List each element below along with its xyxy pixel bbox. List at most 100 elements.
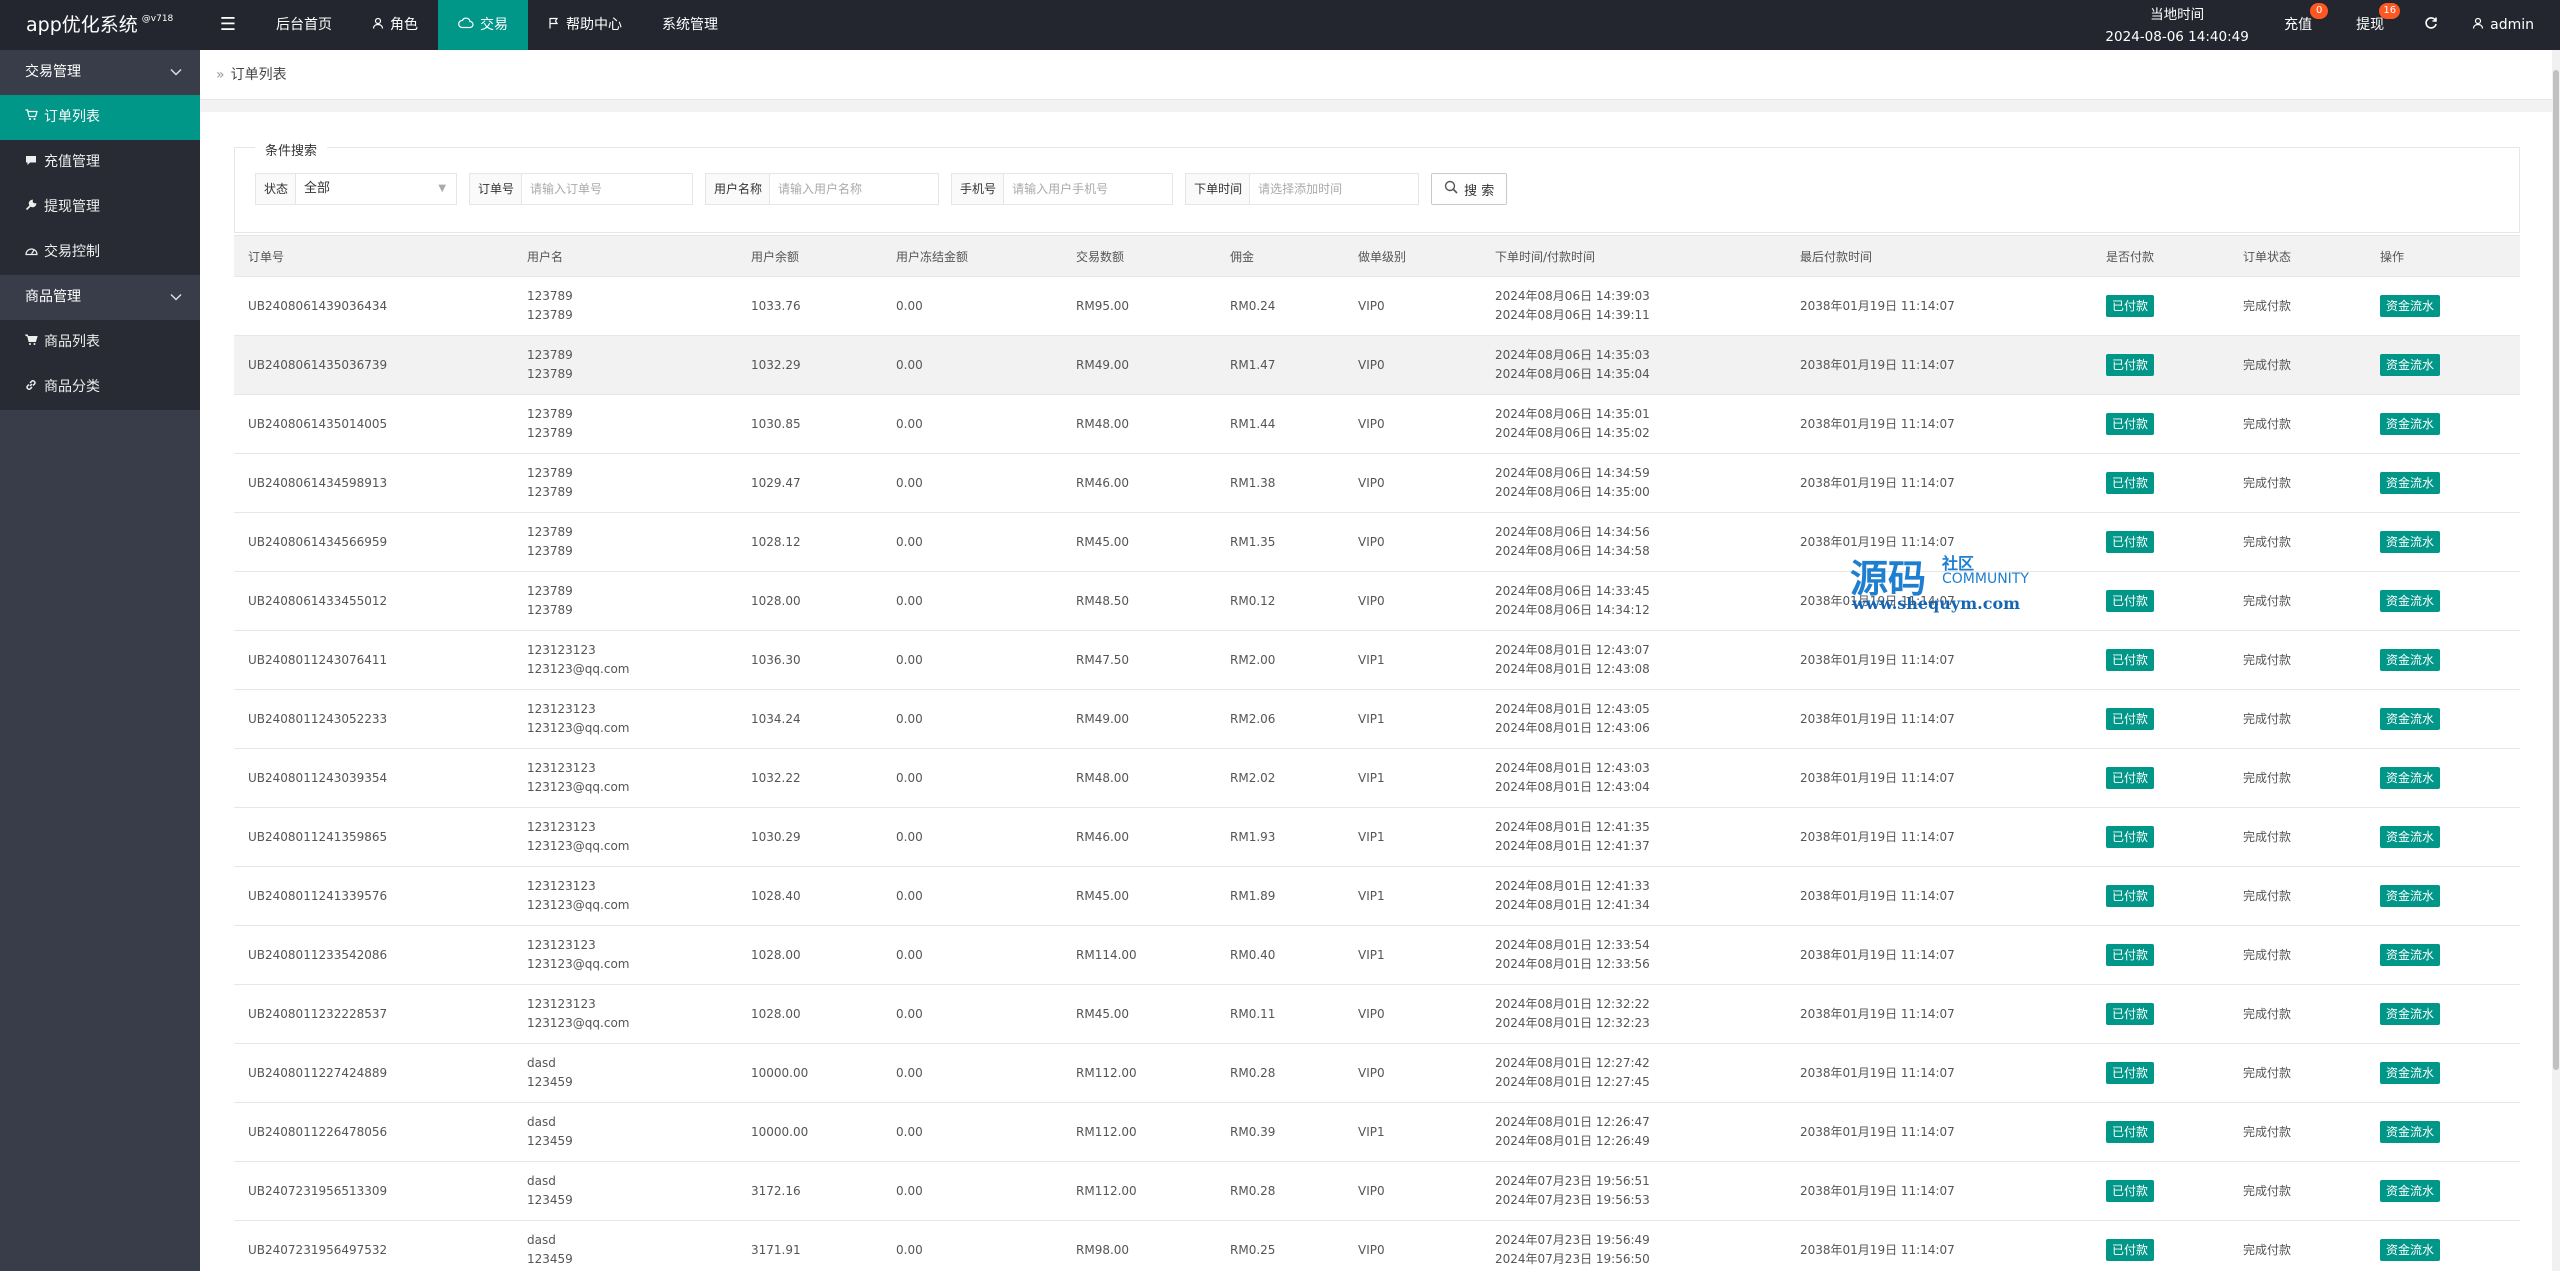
fund-flow-button[interactable]: 资金流水 [2380, 1121, 2441, 1143]
user-account: 123789 [527, 603, 573, 617]
recharge-link[interactable]: 充值 0 [2262, 0, 2334, 50]
order-table-wrap: 订单号 用户名 用户余额 用户冻结金额 交易数额 佣金 做单级别 下单时间/付款时间 最后付款时… [234, 235, 2520, 1271]
commission: RM0.40 [1230, 947, 1276, 962]
page-scrollbar[interactable] [2552, 50, 2560, 1271]
user-name: 123789 [527, 525, 573, 539]
column-header: 用户余额 [737, 235, 882, 277]
column-header: 订单号 [234, 235, 513, 277]
paid-badge: 已付款 [2106, 1062, 2155, 1084]
sidebar-group-goods[interactable]: 商品管理 [0, 275, 200, 320]
fund-flow-button[interactable]: 资金流水 [2380, 1062, 2441, 1084]
nav-item-trade[interactable]: 交易 [438, 0, 528, 50]
last-pay-time: 2038年01月19日 11:14:07 [1800, 357, 1955, 372]
dashboard-icon [24, 230, 38, 275]
user-name: admin [2490, 17, 2534, 33]
order-time: 2024年08月01日 12:27:42 [1495, 1056, 1650, 1070]
fund-flow-button[interactable]: 资金流水 [2380, 531, 2441, 553]
nav-item-home[interactable]: 后台首页 [256, 0, 352, 50]
order-number: UB2408061433455012 [248, 593, 388, 608]
username-input[interactable] [770, 174, 939, 204]
nav-item-system[interactable]: 系统管理 [642, 0, 738, 50]
sidebar-item-recharge[interactable]: 充值管理 [0, 140, 200, 185]
withdraw-link[interactable]: 提现 16 [2334, 0, 2406, 50]
pay-time: 2024年08月01日 12:27:45 [1495, 1075, 1650, 1089]
last-pay-time: 2038年01月19日 11:14:07 [1800, 416, 1955, 431]
fund-flow-button[interactable]: 资金流水 [2380, 1239, 2441, 1261]
user-icon [372, 0, 384, 50]
refresh-button[interactable] [2406, 0, 2456, 50]
search-panel: 条件搜索 状态 全部 ▼ 订单号 用户名称 手机号 下 [234, 140, 2520, 233]
main-content: 条件搜索 状态 全部 ▼ 订单号 用户名称 手机号 下 [200, 100, 2552, 1271]
order-number-input[interactable] [522, 174, 693, 204]
menu-toggle-button[interactable]: ☰ [200, 0, 256, 50]
sidebar-item-trade-control[interactable]: 交易控制 [0, 230, 200, 275]
paid-badge: 已付款 [2106, 1239, 2155, 1261]
last-pay-time: 2038年01月19日 11:14:07 [1800, 829, 1955, 844]
frozen-amount: 0.00 [896, 357, 923, 372]
trade-amount: RM112.00 [1076, 1065, 1137, 1080]
commission: RM2.06 [1230, 711, 1276, 726]
user-account: 123123@qq.com [527, 1016, 630, 1030]
paid-badge: 已付款 [2106, 354, 2155, 376]
order-time: 2024年08月01日 12:32:22 [1495, 997, 1650, 1011]
search-button[interactable]: 搜 索 [1431, 173, 1508, 205]
fund-flow-button[interactable]: 资金流水 [2380, 885, 2441, 907]
commission: RM0.11 [1230, 1006, 1276, 1021]
user-account: 123123@qq.com [527, 839, 630, 853]
sidebar-item-order-list[interactable]: 订单列表 [0, 95, 200, 140]
trade-amount: RM46.00 [1076, 829, 1130, 844]
order-time-input[interactable] [1250, 174, 1419, 204]
trade-amount: RM49.00 [1076, 357, 1130, 372]
fund-flow-button[interactable]: 资金流水 [2380, 944, 2441, 966]
fund-flow-button[interactable]: 资金流水 [2380, 354, 2441, 376]
pay-time: 2024年08月01日 12:41:34 [1495, 898, 1650, 912]
last-pay-time: 2038年01月19日 11:14:07 [1800, 711, 1955, 726]
fund-flow-button[interactable]: 资金流水 [2380, 767, 2441, 789]
order-field: 订单号 [469, 173, 694, 205]
breadcrumb-current[interactable]: 订单列表 [231, 67, 287, 83]
trade-amount: RM45.00 [1076, 888, 1130, 903]
commission: RM0.28 [1230, 1183, 1276, 1198]
scrollbar-thumb[interactable] [2553, 70, 2559, 1070]
table-row: UB2408061434566959 123789 123789 1028.12 0.0… [234, 512, 2520, 572]
fund-flow-button[interactable]: 资金流水 [2380, 708, 2441, 730]
pay-time: 2024年07月23日 19:56:53 [1495, 1193, 1650, 1207]
app-logo[interactable]: app优化系统 @v718 [0, 0, 200, 50]
fund-flow-button[interactable]: 资金流水 [2380, 1180, 2441, 1202]
fund-flow-button[interactable]: 资金流水 [2380, 590, 2441, 612]
chevron-up-icon [170, 275, 182, 320]
order-number: UB2408011227424889 [248, 1065, 388, 1080]
last-pay-time: 2038年01月19日 11:14:07 [1800, 947, 1955, 962]
fund-flow-button[interactable]: 资金流水 [2380, 295, 2441, 317]
user-account: 123789 [527, 485, 573, 499]
user-name: 123123123 [527, 879, 596, 893]
app-title: app优化系统 [26, 14, 138, 36]
nav-item-role[interactable]: 角色 [352, 0, 438, 50]
trade-amount: RM112.00 [1076, 1124, 1137, 1139]
sidebar-item-goods-category[interactable]: 商品分类 [0, 365, 200, 410]
user-menu[interactable]: admin [2456, 0, 2560, 50]
fund-flow-button[interactable]: 资金流水 [2380, 826, 2441, 848]
fund-flow-button[interactable]: 资金流水 [2380, 413, 2441, 435]
top-nav: ☰ 后台首页 角色 交易 帮助中心 系统管理 [200, 0, 738, 50]
sidebar-item-goods-list[interactable]: 商品列表 [0, 320, 200, 365]
phone-input[interactable] [1004, 174, 1173, 204]
table-row: UB2408011241339576 123123123 123123@qq.com… [234, 866, 2520, 926]
nav-item-help[interactable]: 帮助中心 [528, 0, 642, 50]
user-name: 123789 [527, 584, 573, 598]
user-balance: 1028.00 [751, 593, 801, 608]
flag-icon [548, 0, 560, 50]
fund-flow-button[interactable]: 资金流水 [2380, 649, 2441, 671]
fund-flow-button[interactable]: 资金流水 [2380, 472, 2441, 494]
order-level: VIP0 [1358, 534, 1385, 549]
order-level: VIP0 [1358, 1183, 1385, 1198]
table-row: UB2408061439036434 123789 123789 1033.76 0.0… [234, 276, 2520, 336]
status-select[interactable]: 全部 ▼ [296, 174, 456, 204]
user-balance: 1033.76 [751, 298, 801, 313]
order-status: 完成付款 [2243, 1242, 2292, 1257]
sidebar-group-trade[interactable]: 交易管理 [0, 50, 200, 95]
user-name: dasd [527, 1056, 556, 1070]
user-account: 123459 [527, 1252, 573, 1266]
fund-flow-button[interactable]: 资金流水 [2380, 1003, 2441, 1025]
sidebar-item-withdraw[interactable]: 提现管理 [0, 185, 200, 230]
